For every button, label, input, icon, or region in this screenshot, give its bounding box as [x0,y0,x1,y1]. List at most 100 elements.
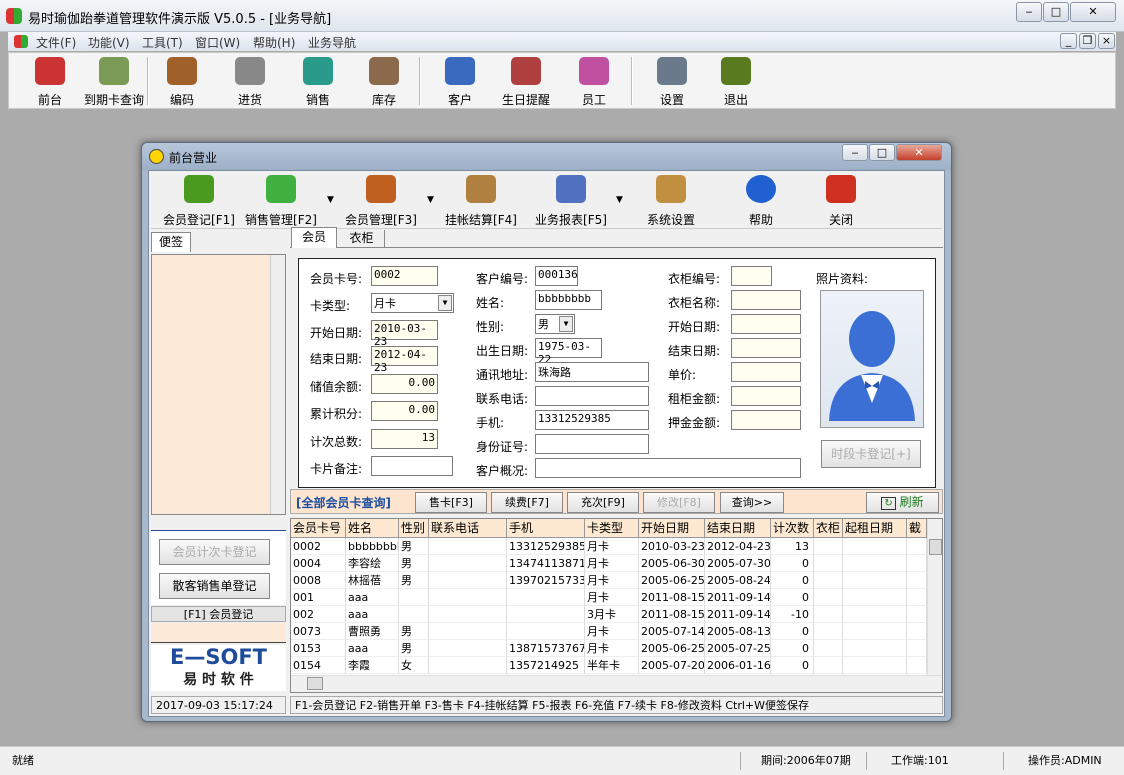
table-cell[interactable]: 2005-06-30 [639,555,705,572]
column-header[interactable]: 联系电话 [429,519,507,538]
table-cell[interactable] [429,657,507,674]
menu-business-nav[interactable]: 业务导航 [308,34,356,51]
dropdown-arrow-icon[interactable]: ▼ [616,195,623,205]
address-field[interactable]: 珠海路 [535,362,649,382]
table-cell[interactable] [907,623,927,640]
table-cell[interactable] [429,572,507,589]
table-cell[interactable]: 2005-06-25 [639,572,705,589]
member-count-card-button[interactable]: 会员计次卡登记 [159,539,270,565]
table-cell[interactable] [907,538,927,555]
query-all-cards-link[interactable]: [全部会员卡查询] [296,494,391,511]
window-toolbar-sales-button[interactable]: 销售管理[F2] [241,175,321,228]
walkin-sales-button[interactable]: 散客销售单登记 [159,573,270,599]
table-cell[interactable] [843,538,907,555]
table-cell[interactable] [843,589,907,606]
balance-field[interactable]: 0.00 [371,374,438,394]
toolbar-customer-button[interactable]: 客户 [427,57,493,108]
table-cell[interactable]: 月卡 [585,640,639,657]
rent-field[interactable] [731,386,801,406]
table-cell[interactable]: 0 [771,640,814,657]
mdi-minimize-button[interactable]: _ [1060,33,1077,49]
column-header[interactable]: 结束日期 [705,519,771,538]
note-textarea[interactable] [151,254,286,515]
table-cell[interactable]: 13970215733 [507,572,585,589]
start-field[interactable]: 2010-03-23 [371,320,438,348]
table-cell[interactable]: 月卡 [585,538,639,555]
grid-horizontal-scrollbar[interactable] [291,675,942,692]
table-cell[interactable] [814,572,843,589]
table-cell[interactable]: 2005-07-14 [639,623,705,640]
table-cell[interactable]: 0 [771,555,814,572]
table-cell[interactable] [843,640,907,657]
table-cell[interactable] [507,589,585,606]
window-toolbar-close-power-button[interactable]: 关闭 [801,175,881,228]
locker-start-field[interactable] [731,314,801,334]
column-header[interactable]: 截 [907,519,927,538]
dropdown-arrow-icon[interactable]: ▼ [327,195,334,205]
table-cell[interactable]: 2005-08-13 [705,623,771,640]
table-cell[interactable]: 0002 [291,538,346,555]
toolbar-printer-button[interactable]: 进货 [217,57,283,108]
modify-button[interactable]: 修改[F8] [643,492,715,513]
column-header[interactable]: 计次数 [771,519,814,538]
note-field[interactable] [371,456,453,476]
menu-window[interactable]: 窗口(W) [195,34,240,51]
table-cell[interactable]: 2005-08-24 [705,572,771,589]
table-cell[interactable]: 13 [771,538,814,555]
table-cell[interactable]: 2012-04-23 [705,538,771,555]
minimize-button[interactable]: ‒ [1016,2,1042,22]
table-cell[interactable]: 002 [291,606,346,623]
window-maximize-button[interactable]: □ [869,144,895,161]
card-type-field[interactable]: 月卡 ▼ [371,293,454,313]
id-field[interactable] [535,434,649,454]
window-toolbar-money-bag-button[interactable]: 挂帐结算[F4] [441,175,521,228]
table-cell[interactable] [843,572,907,589]
table-cell[interactable]: 001 [291,589,346,606]
table-cell[interactable] [399,606,429,623]
toolbar-boxes-button[interactable]: 编码 [149,57,215,108]
column-header[interactable]: 起租日期 [843,519,907,538]
table-cell[interactable] [814,606,843,623]
table-cell[interactable]: 2010-03-23 [639,538,705,555]
table-cell[interactable] [507,606,585,623]
window-toolbar-help-button[interactable]: 帮助 [721,175,801,228]
table-cell[interactable]: 李容绘 [346,555,399,572]
table-cell[interactable] [429,555,507,572]
toolbar-exit-door-button[interactable]: 退出 [703,57,769,108]
locker-no-field[interactable] [731,266,772,286]
tab-member[interactable]: 会员 [291,227,337,248]
table-cell[interactable]: -10 [771,606,814,623]
table-cell[interactable] [907,606,927,623]
table-cell[interactable] [843,606,907,623]
sell-card-button[interactable]: 售卡[F3] [415,492,487,513]
name-field[interactable]: bbbbbbbb [535,290,602,310]
phone-field[interactable] [535,386,649,406]
table-cell[interactable]: 0 [771,623,814,640]
table-cell[interactable]: 0 [771,572,814,589]
table-cell[interactable]: 3月卡 [585,606,639,623]
table-cell[interactable]: aaa [346,640,399,657]
note-tab[interactable]: 便签 [151,232,191,252]
table-cell[interactable] [907,589,927,606]
table-cell[interactable]: 男 [399,555,429,572]
column-header[interactable]: 开始日期 [639,519,705,538]
column-header[interactable]: 手机 [507,519,585,538]
column-header[interactable]: 衣柜 [814,519,843,538]
table-cell[interactable] [907,572,927,589]
birth-field[interactable]: 1975-03-22 [535,338,602,366]
table-cell[interactable]: 男 [399,538,429,555]
table-cell[interactable]: 0 [771,589,814,606]
toolbar-cake-button[interactable]: 生日提醒 [493,57,559,108]
window-toolbar-settings-button[interactable]: 系统设置 [631,175,711,228]
table-cell[interactable]: 0004 [291,555,346,572]
gender-field[interactable]: 男 ▼ [535,314,575,334]
table-cell[interactable]: 0153 [291,640,346,657]
table-cell[interactable] [907,640,927,657]
table-cell[interactable]: 月卡 [585,589,639,606]
column-header[interactable]: 会员卡号 [291,519,346,538]
window-toolbar-member-manage-button[interactable]: 会员管理[F3] [341,175,421,228]
window-minimize-button[interactable]: ‒ [842,144,868,161]
overview-field[interactable] [535,458,801,478]
table-cell[interactable] [814,623,843,640]
mdi-restore-button[interactable]: ❐ [1079,33,1096,49]
